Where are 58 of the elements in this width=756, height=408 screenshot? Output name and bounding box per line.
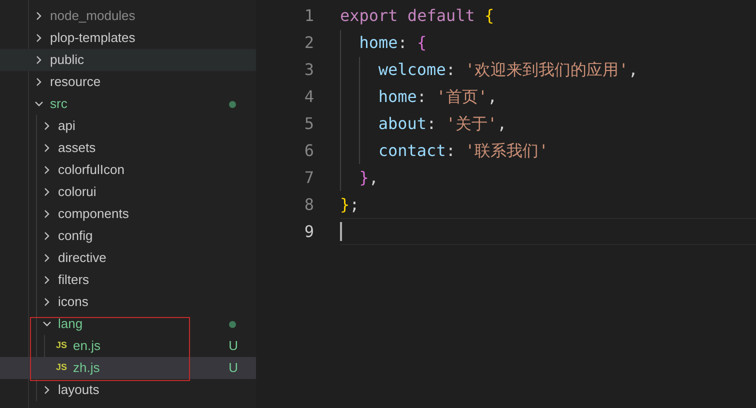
file-name: lang <box>58 315 83 334</box>
file-tree-item[interactable]: components <box>0 203 256 225</box>
file-tree-item[interactable]: src <box>0 93 256 115</box>
file-tree-item[interactable]: public <box>0 49 256 71</box>
line-number: 2 <box>303 32 314 54</box>
line-number: 7 <box>303 166 314 189</box>
file-name: node_modules <box>50 7 136 26</box>
code-line: about: '关于', <box>377 113 507 135</box>
file-tree-item[interactable]: directive <box>0 247 256 269</box>
file-tree-item[interactable]: icons <box>0 291 256 313</box>
js-file-icon: JS <box>56 361 68 375</box>
file-tree-item[interactable]: assets <box>0 137 256 159</box>
js-file-icon: JS <box>56 339 68 353</box>
line-number: 4 <box>303 86 314 108</box>
file-tree-item[interactable]: api <box>0 115 256 137</box>
file-name: layouts <box>58 381 100 400</box>
code-line: }, <box>358 166 378 189</box>
file-name: components <box>58 205 129 224</box>
file-tree-item[interactable]: config <box>0 225 256 247</box>
code-line: home: { <box>358 32 427 54</box>
file-name: colorfulIcon <box>58 161 124 180</box>
file-name: en.js <box>73 337 100 356</box>
file-name: api <box>58 117 76 136</box>
line-number: 1 <box>303 5 314 28</box>
file-tree-item[interactable]: plop-templates <box>0 27 256 49</box>
file-name: colorui <box>58 183 96 202</box>
file-tree-item[interactable]: lang <box>0 313 256 335</box>
file-tree-item[interactable]: resource <box>0 71 256 93</box>
file-name: filters <box>58 271 90 290</box>
line-number: 9 <box>303 220 314 243</box>
file-name: plop-templates <box>50 29 136 48</box>
code-line: contact: '联系我们' <box>377 140 548 162</box>
file-tree-item[interactable]: JS zh.js U <box>0 357 256 379</box>
code-line: }; <box>340 194 360 216</box>
file-tree-item[interactable]: filters <box>0 269 256 291</box>
git-status: U <box>228 337 238 356</box>
text-cursor <box>340 222 342 242</box>
line-number: 8 <box>303 194 314 216</box>
git-status: U <box>228 359 238 378</box>
file-name: public <box>50 51 84 70</box>
code-line: welcome: '欢迎来到我们的应用', <box>377 59 638 82</box>
file-name: assets <box>58 139 96 158</box>
file-tree-item[interactable]: colorfulIcon <box>0 159 256 181</box>
file-tree-item[interactable]: layouts <box>0 379 256 401</box>
code-line: home: '首页', <box>377 86 498 108</box>
file-name: resource <box>50 73 101 92</box>
code-line: export default { <box>340 5 494 28</box>
file-tree-item[interactable]: JS en.js U <box>0 335 256 357</box>
file-name: src <box>50 95 68 114</box>
file-name: zh.js <box>73 359 100 378</box>
file-tree-item[interactable]: node_modules <box>0 5 256 27</box>
file-name: config <box>58 227 93 246</box>
line-number: 6 <box>303 140 314 162</box>
file-name: icons <box>58 293 88 312</box>
file-name: directive <box>58 249 106 268</box>
line-number: 5 <box>303 113 314 135</box>
line-number: 3 <box>303 59 314 82</box>
file-tree-item[interactable]: colorui <box>0 181 256 203</box>
